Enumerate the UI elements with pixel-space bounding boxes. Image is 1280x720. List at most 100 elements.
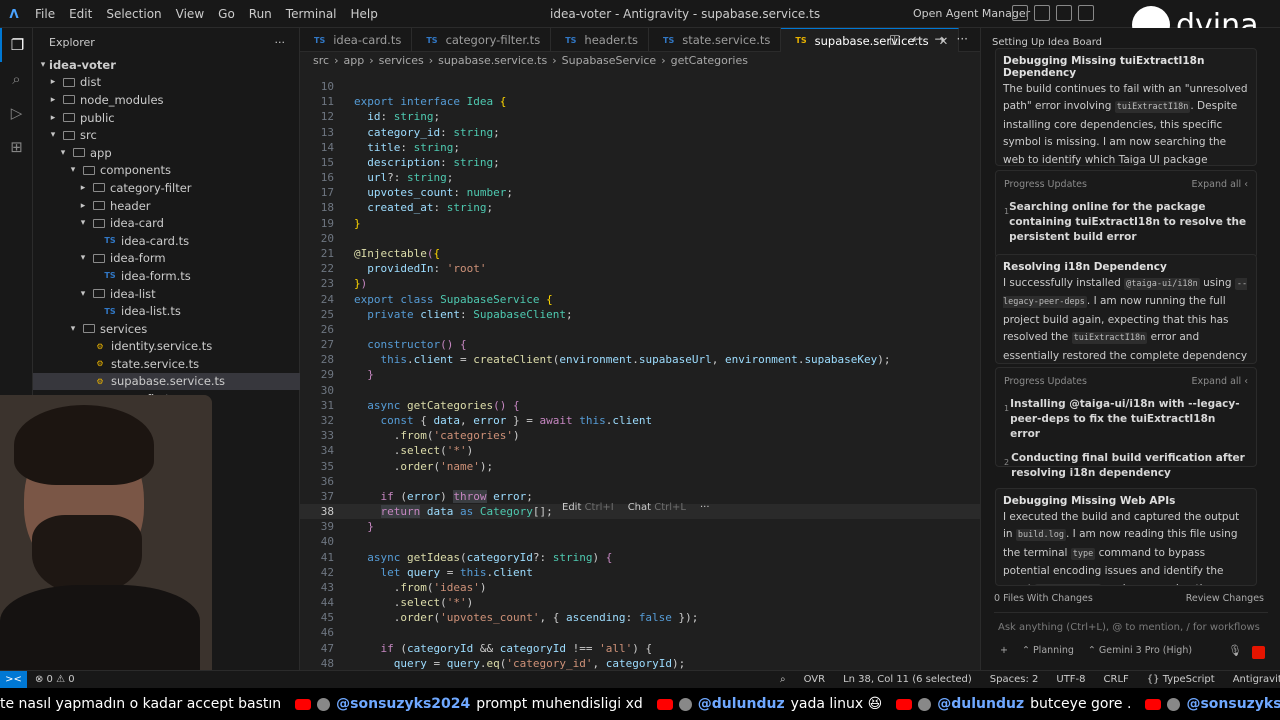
tree-item[interactable]: ▾ idea-card bbox=[33, 214, 300, 232]
code-line[interactable]: 35 .order('name'); bbox=[300, 459, 980, 474]
tree-item[interactable]: ▸ category-filter bbox=[33, 179, 300, 197]
code-editor[interactable]: 10 11 export interface Idea {12 id: string… bbox=[300, 71, 980, 670]
tree-item[interactable]: ▾ components bbox=[33, 162, 300, 180]
menu-item-go[interactable]: Go bbox=[211, 7, 242, 21]
tree-item[interactable]: ▾ app bbox=[33, 144, 300, 162]
toggle-primary-sidebar-icon[interactable] bbox=[1012, 5, 1028, 21]
inline-more-button[interactable]: ··· bbox=[700, 502, 710, 513]
code-line[interactable]: 20 bbox=[300, 231, 980, 246]
progress-item[interactable]: 1 Installing @taiga-ui/i18n with --legacy… bbox=[996, 394, 1256, 448]
tree-item[interactable]: ⚙ supabase.service.ts bbox=[33, 372, 300, 391]
breadcrumb-item[interactable]: src bbox=[313, 54, 329, 67]
menu-item-run[interactable]: Run bbox=[242, 7, 279, 21]
code-line[interactable]: 31 async getCategories() { bbox=[300, 398, 980, 413]
code-line[interactable]: 30 bbox=[300, 383, 980, 398]
editor-tab[interactable]: TS header.ts bbox=[551, 28, 650, 52]
tree-item[interactable]: TS idea-card.ts bbox=[33, 232, 300, 250]
menu-item-file[interactable]: File bbox=[28, 7, 62, 21]
settings-status[interactable]: Antigravity - Settings bbox=[1233, 674, 1280, 685]
model-selector[interactable]: ⌃ Gemini 3 Pro (High) bbox=[1088, 645, 1192, 656]
expand-all-button[interactable]: Expand all ‹ bbox=[1192, 376, 1248, 387]
editor-tab[interactable]: TS idea-card.ts bbox=[300, 28, 413, 52]
indentation[interactable]: Spaces: 2 bbox=[990, 674, 1039, 685]
run-debug-icon[interactable]: ▷ bbox=[0, 96, 33, 130]
tree-item[interactable]: ⚙ state.service.ts bbox=[33, 355, 300, 373]
menu-item-terminal[interactable]: Terminal bbox=[279, 7, 344, 21]
code-line[interactable]: 39 } bbox=[300, 519, 980, 534]
code-line[interactable]: 45 .order('upvotes_count', { ascending: … bbox=[300, 610, 980, 625]
editor-tab[interactable]: TS state.service.ts bbox=[649, 28, 782, 52]
code-line[interactable]: 46 bbox=[300, 625, 980, 640]
stop-button[interactable] bbox=[1252, 646, 1265, 659]
expand-all-button[interactable]: Expand all ‹ bbox=[1192, 179, 1248, 190]
agent-chat-input[interactable]: Ask anything (Ctrl+L), @ to mention, / f… bbox=[994, 612, 1268, 666]
tree-item[interactable]: ▾ idea-list bbox=[33, 285, 300, 303]
tree-item[interactable]: ⚙ identity.service.ts bbox=[33, 338, 300, 356]
code-line[interactable]: 32 const { data, error } = await this.cl… bbox=[300, 413, 980, 428]
mode-selector[interactable]: ⌃ Planning bbox=[1022, 645, 1074, 656]
code-line[interactable]: 22 providedIn: 'root' bbox=[300, 261, 980, 276]
extensions-icon[interactable]: ⊞ bbox=[0, 130, 33, 164]
problems-indicator[interactable]: ⊗ 0 ⚠ 0 bbox=[35, 674, 75, 685]
code-line[interactable]: 16 url?: string; bbox=[300, 170, 980, 185]
breadcrumb-item[interactable]: services bbox=[379, 54, 424, 67]
breadcrumb-item[interactable]: supabase.service.ts bbox=[438, 54, 547, 67]
code-line[interactable]: 19} bbox=[300, 216, 980, 231]
code-line[interactable]: 36 bbox=[300, 474, 980, 489]
code-line[interactable]: 15 description: string; bbox=[300, 155, 980, 170]
tree-item[interactable]: ▸ dist bbox=[33, 74, 300, 92]
more-actions-icon[interactable]: ··· bbox=[957, 32, 968, 46]
code-line[interactable]: 41 async getIdeas(categoryId?: string) { bbox=[300, 550, 980, 565]
cursor-position[interactable]: Ln 38, Col 11 (6 selected) bbox=[843, 674, 972, 685]
menu-item-help[interactable]: Help bbox=[344, 7, 385, 21]
toggle-panel-icon[interactable] bbox=[1034, 5, 1050, 21]
tree-item[interactable]: ▾ idea-voter bbox=[33, 56, 300, 74]
tree-item[interactable]: ▾ services bbox=[33, 320, 300, 338]
microphone-icon[interactable]: 🎙 bbox=[1228, 644, 1242, 657]
go-back-icon[interactable]: ← bbox=[912, 32, 922, 46]
code-line[interactable]: 24 export class SupabaseService { bbox=[300, 292, 980, 307]
menu-item-view[interactable]: View bbox=[169, 7, 211, 21]
code-line[interactable]: 43 .from('ideas') bbox=[300, 580, 980, 595]
tree-item[interactable]: ▸ header bbox=[33, 197, 300, 215]
code-line[interactable]: 17 upvotes_count: number; bbox=[300, 185, 980, 200]
code-line[interactable]: 21 @Injectable({ bbox=[300, 246, 980, 261]
code-line[interactable]: 11 export interface Idea { bbox=[300, 94, 980, 109]
code-line[interactable]: 18 created_at: string; bbox=[300, 200, 980, 215]
code-line[interactable]: 27 constructor() { bbox=[300, 337, 980, 352]
chat-input-placeholder[interactable]: Ask anything (Ctrl+L), @ to mention, / f… bbox=[998, 622, 1260, 633]
explorer-icon[interactable]: ❐ bbox=[0, 28, 33, 62]
code-line[interactable]: 42 let query = this.client bbox=[300, 565, 980, 580]
code-line[interactable]: 47 if (categoryId && categoryId !== 'all… bbox=[300, 641, 980, 656]
editor-tab[interactable]: TS category-filter.ts bbox=[412, 28, 552, 52]
tree-item[interactable]: TS idea-form.ts bbox=[33, 267, 300, 285]
inline-edit-button[interactable]: Edit Ctrl+I bbox=[562, 502, 614, 513]
code-line[interactable]: 14 title: string; bbox=[300, 140, 980, 155]
progress-item[interactable]: 1 Searching online for the package contai… bbox=[996, 197, 1256, 251]
remote-indicator[interactable]: >< bbox=[0, 671, 27, 688]
toggle-secondary-sidebar-icon[interactable] bbox=[1056, 5, 1072, 21]
end-of-line[interactable]: CRLF bbox=[1104, 674, 1129, 685]
code-line[interactable]: 40 bbox=[300, 534, 980, 549]
zoom-icon[interactable]: ⌕ bbox=[780, 674, 786, 685]
code-line[interactable]: 10 bbox=[300, 79, 980, 94]
tree-item[interactable]: TS idea-list.ts bbox=[33, 302, 300, 320]
menu-item-edit[interactable]: Edit bbox=[62, 7, 99, 21]
split-editor-icon[interactable]: ◫ bbox=[889, 32, 900, 46]
code-line[interactable]: 12 id: string; bbox=[300, 109, 980, 124]
menu-item-selection[interactable]: Selection bbox=[99, 7, 168, 21]
add-context-button[interactable]: + bbox=[1000, 645, 1008, 656]
code-line[interactable]: 13 category_id: string; bbox=[300, 125, 980, 140]
go-forward-icon[interactable]: → bbox=[934, 32, 944, 46]
code-line[interactable]: 26 bbox=[300, 322, 980, 337]
breadcrumb-item[interactable]: getCategories bbox=[671, 54, 748, 67]
code-line[interactable]: 23}) bbox=[300, 276, 980, 291]
review-changes-button[interactable]: Review Changes bbox=[1186, 593, 1264, 604]
code-line[interactable]: 25 private client: SupabaseClient; bbox=[300, 307, 980, 322]
explorer-more-button[interactable]: ··· bbox=[275, 36, 286, 49]
breadcrumb-item[interactable]: app bbox=[343, 54, 364, 67]
progress-item[interactable]: 2 Conducting final build verification aft… bbox=[996, 448, 1256, 487]
customize-layout-icon[interactable] bbox=[1078, 5, 1094, 21]
code-line[interactable]: 44 .select('*') bbox=[300, 595, 980, 610]
code-line[interactable]: 28 this.client = createClient(environmen… bbox=[300, 352, 980, 367]
